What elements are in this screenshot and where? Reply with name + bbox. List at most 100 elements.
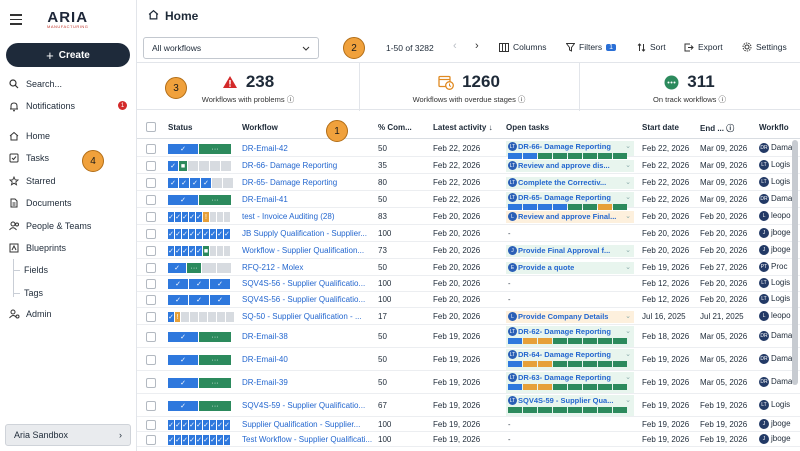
sidebar-item-starred[interactable]: Starred xyxy=(8,173,56,189)
workflow-link[interactable]: DR-66- Damage Reporting xyxy=(242,161,372,170)
row-checkbox[interactable] xyxy=(146,263,156,273)
column-header-tasks[interactable]: Open tasks xyxy=(506,123,549,132)
row-checkbox[interactable] xyxy=(146,246,156,256)
open-task[interactable]: - xyxy=(506,434,634,446)
table-row[interactable]: ✓ ■ DR-66- Damage Reporting 35 Feb 22, 20… xyxy=(137,157,800,174)
row-checkbox[interactable] xyxy=(146,229,156,239)
table-row[interactable]: ✓ ··· DR-Email-41 50 Feb 22, 2026 LT DR-65… xyxy=(137,191,800,210)
workflow-link[interactable]: DR-Email-39 xyxy=(242,378,372,387)
workflow-link[interactable]: SQV4S-59 - Supplier Qualificatio... xyxy=(242,401,372,410)
logo[interactable]: ARIA MANUFACTURING xyxy=(47,9,88,29)
sandbox-switcher[interactable]: Aria Sandbox › xyxy=(5,424,131,446)
workflow-link[interactable]: JB Supply Qualification - Supplier... xyxy=(242,229,372,238)
open-task[interactable]: LT DR-63- Damage Reporting ⌄ xyxy=(506,372,634,393)
open-task[interactable]: L Provide Company Details ⌄ xyxy=(506,311,634,323)
row-checkbox[interactable] xyxy=(146,195,156,205)
create-button[interactable]: + Create xyxy=(6,43,130,67)
export-button[interactable]: Export xyxy=(684,42,723,52)
row-checkbox[interactable] xyxy=(146,435,156,445)
row-checkbox[interactable] xyxy=(146,401,156,411)
table-row[interactable]: ✓ ··· SQV4S-59 - Supplier Qualificatio...… xyxy=(137,394,800,417)
workflow-link[interactable]: Workflow - Supplier Qualification... xyxy=(242,246,372,255)
open-task[interactable]: - xyxy=(506,419,634,431)
sidebar-item-tags[interactable]: Tags xyxy=(24,288,43,298)
column-header-activity[interactable]: Latest activity ↓ xyxy=(433,123,493,132)
column-header-complete[interactable]: % Com... xyxy=(378,123,412,132)
sidebar-item-tasks[interactable]: Tasks xyxy=(8,150,49,166)
workflow-link[interactable]: test - Invoice Auditing (28) xyxy=(242,212,372,221)
scrollbar[interactable] xyxy=(792,140,798,385)
open-task[interactable]: J Provide Final Approval f... ⌄ xyxy=(506,245,634,257)
table-row[interactable]: ✓ ··· DR-Email-39 50 Feb 19, 2026 LT DR-63… xyxy=(137,371,800,394)
row-checkbox[interactable] xyxy=(146,332,156,342)
row-checkbox[interactable] xyxy=(146,312,156,322)
sidebar-item-people[interactable]: People & Teams xyxy=(8,218,91,234)
prev-page-icon[interactable]: ‹ xyxy=(453,40,457,52)
table-row[interactable]: ✓ ✓ ✓ ✓ ✓ ✓ ✓ ✓ ✓ Supplier Qualification - Suppl… xyxy=(137,417,800,432)
workflow-link[interactable]: Test Workflow - Supplier Qualificati... xyxy=(242,435,372,444)
table-row[interactable]: ✓ ✓ ✓ ✓ ✓ ■ Workflow - Supplier Qualification… xyxy=(137,242,800,259)
table-row[interactable]: ✓ ··· DR-Email-42 50 Feb 22, 2026 LT DR-66… xyxy=(137,140,800,159)
sidebar-item-home[interactable]: Home xyxy=(8,128,50,144)
row-checkbox[interactable] xyxy=(146,378,156,388)
columns-button[interactable]: Columns xyxy=(499,42,547,52)
search-button[interactable]: Search... xyxy=(8,76,62,92)
open-task[interactable]: L Review and approve Final... ⌄ xyxy=(506,211,634,223)
workflow-link[interactable]: DR-Email-38 xyxy=(242,332,372,341)
workflow-link[interactable]: DR-65- Damage Reporting xyxy=(242,178,372,187)
table-row[interactable]: ✓ ✓ ✓ SQV4S-56 - Supplier Qualificatio... … xyxy=(137,292,800,308)
open-task[interactable]: LT SQV4S-59 - Supplier Qua... ⌄ xyxy=(506,395,634,416)
settings-button[interactable]: Settings xyxy=(742,42,787,52)
workflow-link[interactable]: DR-Email-41 xyxy=(242,195,372,204)
column-header-end[interactable]: End ... ⓘ xyxy=(700,123,734,134)
table-row[interactable]: ✓ ✓ ✓ ✓ DR-65- Damage Reporting 80 Feb 22, … xyxy=(137,174,800,191)
table-row[interactable]: ✓! SQ-50 - Supplier Qualification - ... … xyxy=(137,308,800,325)
open-task[interactable]: LT Complete the Correctiv... ⌄ xyxy=(506,177,634,189)
row-checkbox[interactable] xyxy=(146,178,156,188)
stat-overdue[interactable]: 1260 Workflows with overdue stages ⓘ xyxy=(359,63,579,111)
table-row[interactable]: ✓ ✓ ✓ ✓ ✓ ✓ ✓ ✓ ✓ Test Workflow - Supplier Quali… xyxy=(137,432,800,447)
sidebar-item-admin[interactable]: Admin xyxy=(8,306,52,322)
row-checkbox[interactable] xyxy=(146,144,156,154)
table-row[interactable]: ✓ ✓ ✓ SQV4S-56 - Supplier Qualificatio... … xyxy=(137,276,800,292)
open-task[interactable]: E Provide a quote ⌄ xyxy=(506,262,634,274)
workflow-link[interactable]: SQV4S-56 - Supplier Qualificatio... xyxy=(242,279,372,288)
table-row[interactable]: ✓ ··· DR-Email-40 50 Feb 19, 2026 LT DR-64… xyxy=(137,348,800,371)
row-checkbox[interactable] xyxy=(146,295,156,305)
workflow-link[interactable]: SQ-50 - Supplier Qualification - ... xyxy=(242,312,372,321)
workflow-link[interactable]: DR-Email-40 xyxy=(242,355,372,364)
sidebar-item-fields[interactable]: Fields xyxy=(24,265,48,275)
filters-button[interactable]: Filters 1 xyxy=(566,42,617,52)
open-task[interactable]: - xyxy=(506,278,634,290)
notifications-button[interactable]: Notifications xyxy=(8,98,75,114)
workflow-link[interactable]: DR-Email-42 xyxy=(242,144,372,153)
open-task[interactable]: LT DR-62- Damage Reporting ⌄ xyxy=(506,326,634,347)
workflow-link[interactable]: RFQ-212 - Molex xyxy=(242,263,372,272)
sidebar-item-blueprints[interactable]: Blueprints xyxy=(8,240,66,256)
table-row[interactable]: ✓ ✓ ✓ ✓ ✓ ✓ ✓ ✓ ✓ JB Supply Qualification - Supp… xyxy=(137,225,800,242)
row-checkbox[interactable] xyxy=(146,161,156,171)
column-header-workflow[interactable]: Workflow xyxy=(242,123,278,132)
open-task[interactable]: - xyxy=(506,228,634,240)
table-row[interactable]: ✓ ··· DR-Email-38 50 Feb 19, 2026 LT DR-62… xyxy=(137,325,800,348)
column-header-start[interactable]: Start date xyxy=(642,123,679,132)
column-header-owner[interactable]: Workflo xyxy=(759,123,789,132)
stat-on-track[interactable]: 311 On track workflows ⓘ xyxy=(579,63,800,111)
table-row[interactable]: ✓ ✓ ✓ ✓ ✓! test - Invoice Auditing (28) 83 F… xyxy=(137,208,800,225)
next-page-icon[interactable]: › xyxy=(475,40,479,52)
menu-icon[interactable] xyxy=(10,14,22,28)
workflow-link[interactable]: SQV4S-56 - Supplier Qualificatio... xyxy=(242,295,372,304)
open-task[interactable]: LT DR-66- Damage Reporting ⌄ xyxy=(506,141,634,159)
sort-button[interactable]: Sort xyxy=(637,42,666,52)
open-task[interactable]: - xyxy=(506,294,634,306)
open-task[interactable]: LT Review and approve dis... ⌄ xyxy=(506,160,634,172)
column-header-status[interactable]: Status xyxy=(168,123,192,132)
workflow-link[interactable]: Supplier Qualification - Supplier... xyxy=(242,420,372,429)
row-checkbox[interactable] xyxy=(146,212,156,222)
open-task[interactable]: LT DR-64- Damage Reporting ⌄ xyxy=(506,349,634,370)
row-checkbox[interactable] xyxy=(146,355,156,365)
table-row[interactable]: ✓ ··· RFQ-212 - Molex 50 Feb 20, 2026 E Pr… xyxy=(137,259,800,276)
row-checkbox[interactable] xyxy=(146,279,156,289)
select-all-checkbox[interactable] xyxy=(146,122,156,132)
workflow-filter-select[interactable]: All workflows xyxy=(143,37,319,59)
